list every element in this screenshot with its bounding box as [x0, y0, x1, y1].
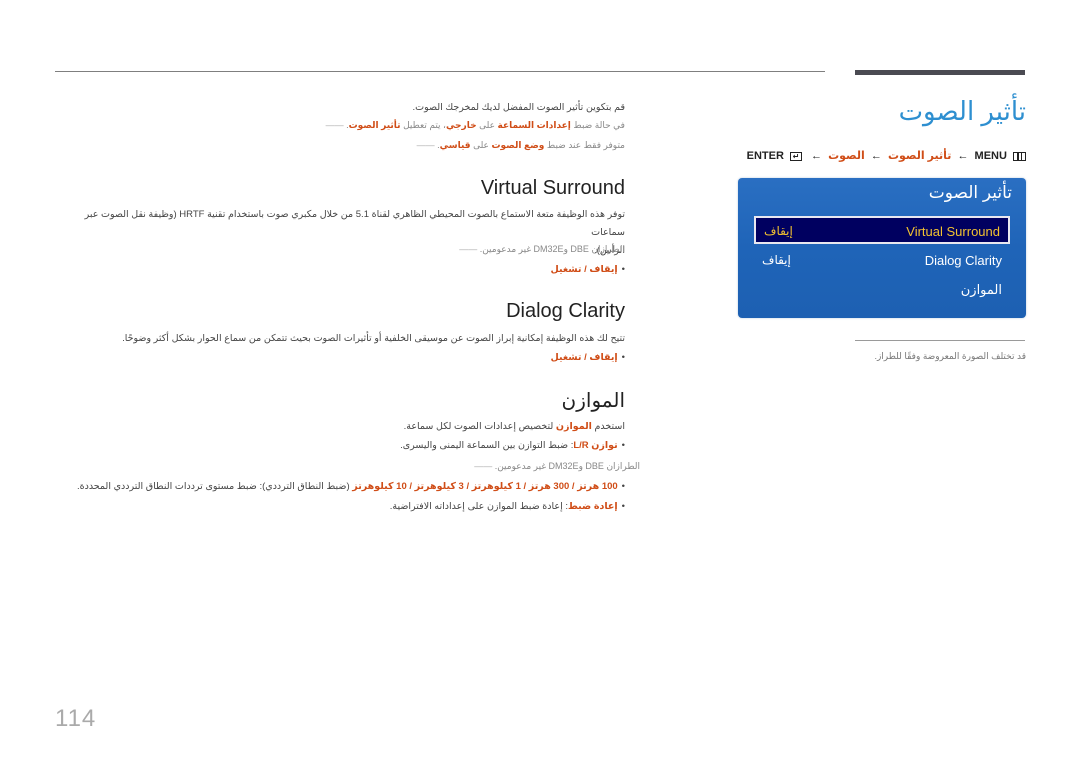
highlight-equalizer: الموازن	[555, 421, 592, 432]
item-text: : ضبط التوازن بين السماعة اليمنى واليسرى…	[400, 440, 574, 451]
osd-item-label: Virtual Surround	[906, 224, 1000, 239]
bullet-icon: •	[621, 481, 625, 492]
osd-item-virtual-surround[interactable]: Virtual Surround إيقاف	[754, 216, 1010, 244]
osd-item-label: الموازن	[960, 282, 1002, 297]
page-number: 114	[55, 705, 97, 732]
highlight-reset: إعادة ضبط	[568, 501, 618, 512]
bullet-icon: •	[621, 352, 625, 363]
intro-text: استخدم	[594, 421, 625, 432]
intro-text: لتخصيص إعدادات الصوت لكل سماعة.	[403, 421, 554, 432]
equalizer-reset-item: •إعادة ضبط: إعادة ضبط الموازن على إعدادا…	[390, 501, 625, 512]
intro-note-external: في حالة ضبط إعدادات السماعة على خارجي، ي…	[326, 120, 625, 131]
note-text: على	[473, 140, 489, 150]
section-heading-virtual-surround: Virtual Surround	[480, 177, 625, 199]
enter-icon: ↵	[789, 151, 802, 161]
equalizer-note: الطرازان DBE وDM32E غير مدعومين.	[474, 461, 640, 472]
bullet-icon: •	[621, 264, 625, 275]
note-text: ، يتم تعطيل	[403, 120, 446, 130]
arrow-icon: ←	[870, 150, 882, 162]
breadcrumb-step-sound[interactable]: الصوت	[828, 150, 865, 162]
note-text: في حالة ضبط	[573, 120, 625, 130]
note-text: على	[479, 120, 495, 130]
osd-item-value: إيقاف	[764, 224, 793, 238]
description-line: توفر هذه الوظيفة متعة الاستماع بالصوت ال…	[84, 209, 625, 238]
option-off: إيقاف	[589, 264, 618, 275]
highlight-speaker-settings: إعدادات السماعة	[497, 120, 571, 130]
option-on: تشغيل	[550, 352, 582, 363]
highlight-sound-mode: وضع الصوت	[491, 140, 545, 150]
osd-item-dialog-clarity[interactable]: Dialog Clarity إيقاف	[754, 248, 1010, 272]
osd-item-equalizer[interactable]: الموازن	[754, 277, 1010, 301]
highlight-frequency-bands: 100 هرتز / 300 هرتز / 1 كيلوهرتز / 3 كيل…	[352, 481, 618, 492]
osd-note-rule	[855, 340, 1025, 341]
menu-label: MENU	[974, 150, 1007, 162]
page-title: تأثير الصوت	[898, 96, 1026, 126]
virtual-surround-note: الطرازان DBE وDM32E غير مدعومين.	[459, 244, 625, 255]
bullet-icon: •	[621, 501, 625, 512]
breadcrumb: ENTER ↵ ← تأثير الصوت ← الصوت ← MENU	[747, 149, 1026, 162]
option-on: تشغيل	[550, 264, 582, 275]
equalizer-intro: استخدم الموازن لتخصيص إعدادات الصوت لكل …	[404, 418, 625, 436]
highlight-external: خارجي	[445, 120, 477, 130]
note-text: متوفر فقط عند ضبط	[546, 140, 625, 150]
intro-note-standard: متوفر فقط عند ضبط وضع الصوت على قياسي.	[417, 140, 625, 151]
osd-menu-panel: تأثير الصوت Virtual Surround إيقاف Dialo…	[738, 178, 1026, 318]
dialog-clarity-description: تتيح لك هذه الوظيفة إمكانية إبراز الصوت …	[122, 333, 625, 344]
osd-item-label: Dialog Clarity	[924, 253, 1002, 268]
virtual-surround-options: •إيقاف / تشغيل	[551, 264, 625, 275]
breadcrumb-step-sound-effect[interactable]: تأثير الصوت	[888, 150, 951, 162]
equalizer-bands-item: •100 هرتز / 300 هرتز / 1 كيلوهرتز / 3 كي…	[77, 481, 625, 492]
section-heading-dialog-clarity: Dialog Clarity	[506, 300, 625, 322]
equalizer-balance-item: •توازن L/R: ضبط التوازن بين السماعة اليم…	[400, 440, 625, 451]
menu-icon	[1013, 151, 1026, 161]
osd-item-value: إيقاف	[762, 253, 791, 267]
option-off: إيقاف	[589, 352, 618, 363]
osd-title: تأثير الصوت	[928, 183, 1012, 202]
bullet-icon: •	[621, 440, 625, 451]
header-accent-bar	[855, 70, 1025, 75]
item-text: : إعادة ضبط الموازن على إعداداته الافترا…	[389, 501, 568, 512]
item-text: (ضبط النطاق الترددي): ضبط مستوى ترددات ا…	[76, 481, 353, 492]
enter-label: ENTER	[746, 150, 784, 162]
dialog-clarity-options: •إيقاف / تشغيل	[551, 352, 625, 363]
highlight-sound-effect: تأثير الصوت	[348, 120, 401, 130]
intro-text: قم بتكوين تأثير الصوت المفضل لديك لمخرجك…	[412, 102, 626, 113]
osd-image-note: قد تختلف الصورة المعروضة وفقًا للطراز.	[874, 351, 1026, 361]
arrow-icon: ←	[957, 150, 969, 162]
arrow-icon: ←	[811, 150, 823, 162]
section-heading-equalizer: الموازن	[561, 390, 625, 412]
header-rule	[55, 71, 825, 72]
highlight-lr-balance: توازن L/R	[573, 440, 618, 451]
highlight-standard: قياسي	[439, 140, 471, 150]
